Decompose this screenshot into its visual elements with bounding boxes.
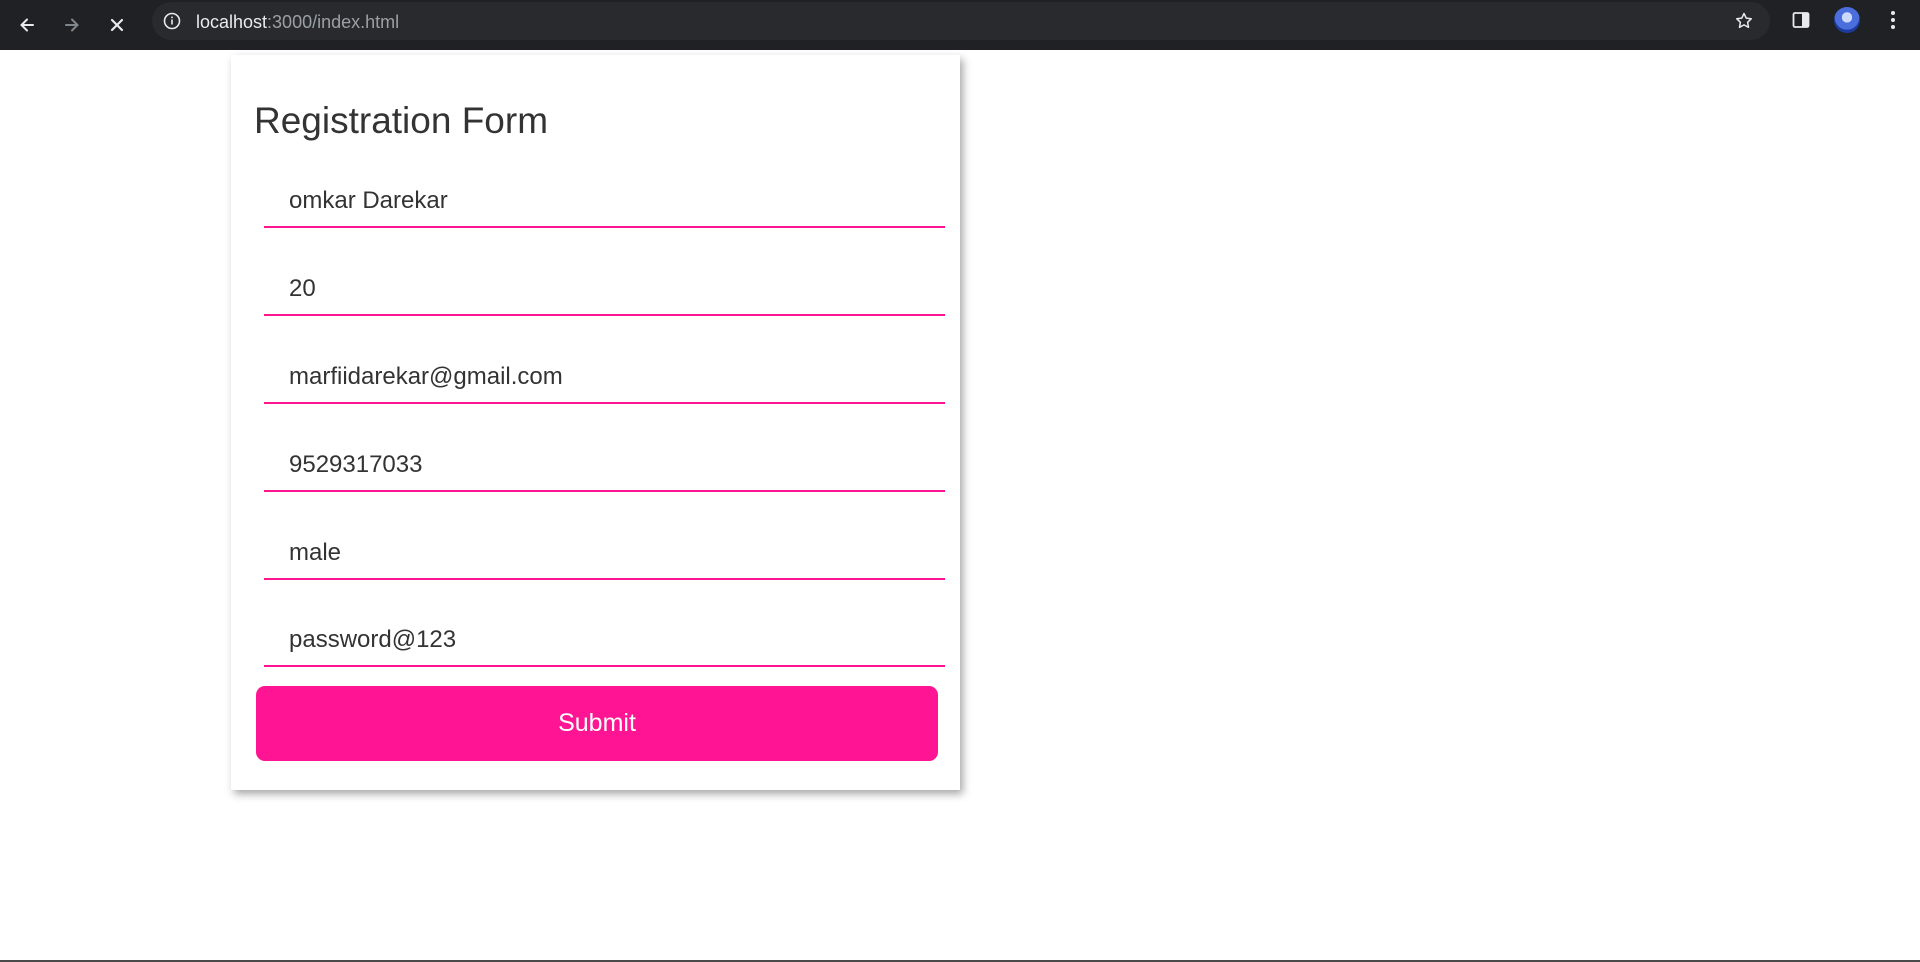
form-title: Registration Form — [254, 100, 549, 141]
url-host: localhost — [196, 12, 268, 32]
gender-field[interactable] — [264, 528, 945, 580]
back-arrow-icon — [20, 18, 34, 32]
age-field[interactable] — [264, 264, 945, 316]
forward-button[interactable] — [54, 7, 90, 43]
site-info-icon[interactable] — [162, 11, 182, 31]
forward-arrow-icon — [65, 18, 79, 32]
email-field[interactable] — [264, 352, 945, 404]
menu-button[interactable] — [1882, 9, 1904, 31]
profile-avatar[interactable] — [1834, 7, 1860, 33]
registration-card — [231, 55, 960, 790]
phone-field[interactable] — [264, 440, 945, 492]
menu-dots-icon — [1891, 11, 1895, 29]
name-field[interactable] — [264, 176, 945, 228]
url-text[interactable]: localhost:3000/index.html — [196, 12, 399, 33]
stop-loading-button[interactable] — [99, 7, 135, 43]
side-panel-button[interactable] — [1790, 9, 1812, 31]
side-panel-icon — [1792, 12, 1810, 28]
bookmark-star-icon[interactable] — [1734, 11, 1754, 31]
stop-loading-icon — [110, 18, 124, 32]
browser-toolbar: localhost:3000/index.html — [0, 0, 1920, 50]
back-button[interactable] — [9, 7, 45, 43]
password-field[interactable] — [264, 615, 945, 667]
submit-button[interactable]: Submit — [256, 686, 938, 761]
address-bar[interactable]: localhost:3000/index.html — [152, 2, 1770, 40]
url-path: :3000/index.html — [267, 12, 400, 32]
